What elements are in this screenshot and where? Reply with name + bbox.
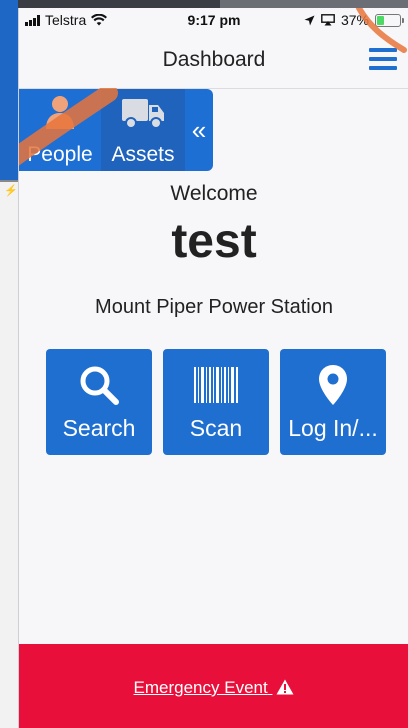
- location-pin-icon: [319, 365, 347, 405]
- background-panel: [0, 180, 18, 728]
- scan-button[interactable]: Scan: [163, 349, 269, 455]
- tab-assets-label: Assets: [111, 143, 175, 166]
- background-top-bar: [220, 0, 408, 8]
- emergency-event-label: Emergency Event: [133, 678, 268, 697]
- tab-people[interactable]: People: [19, 89, 101, 171]
- barcode-icon: [194, 367, 238, 403]
- page-title: Dashboard: [162, 48, 266, 71]
- search-button[interactable]: Search: [46, 349, 152, 455]
- search-label: Search: [62, 415, 136, 441]
- status-right: 37%: [304, 12, 404, 28]
- truck-icon: [122, 99, 164, 129]
- tab-people-label: People: [27, 143, 93, 166]
- background-bolt-icon: ⚡: [4, 185, 18, 197]
- person-icon: [46, 96, 74, 129]
- airplay-icon: [321, 14, 335, 26]
- site-name: Mount Piper Power Station: [95, 296, 333, 318]
- battery-percent: 37%: [340, 12, 369, 28]
- status-bar: Telstra 9:17 pm 37%: [19, 8, 408, 32]
- navbar: Dashboard: [19, 32, 408, 89]
- collapse-icon[interactable]: «: [185, 89, 213, 171]
- side-tab-panel: People Assets «: [19, 89, 213, 171]
- warning-icon: [276, 679, 294, 695]
- emergency-event-link[interactable]: Emergency Event: [19, 678, 408, 698]
- scan-label: Scan: [189, 415, 243, 441]
- search-icon: [80, 366, 119, 405]
- battery-icon: [375, 13, 404, 27]
- background-divider: [0, 180, 18, 182]
- battery-level: [377, 15, 384, 25]
- welcome-label: Welcome: [170, 182, 258, 205]
- tab-assets[interactable]: Assets: [101, 89, 185, 171]
- app-screen: Telstra 9:17 pm 37% Dashboard People Ass…: [18, 8, 408, 728]
- background-app-strip: [0, 0, 18, 180]
- location-arrow-icon: [304, 15, 315, 25]
- log-in-button[interactable]: Log In/...: [280, 349, 386, 455]
- hamburger-menu-icon[interactable]: [369, 48, 397, 70]
- action-grid: Search Scan Log In/...: [46, 349, 386, 457]
- log-in-label: Log In/...: [288, 415, 378, 441]
- emergency-footer: Emergency Event: [19, 644, 408, 728]
- username: test: [171, 215, 257, 268]
